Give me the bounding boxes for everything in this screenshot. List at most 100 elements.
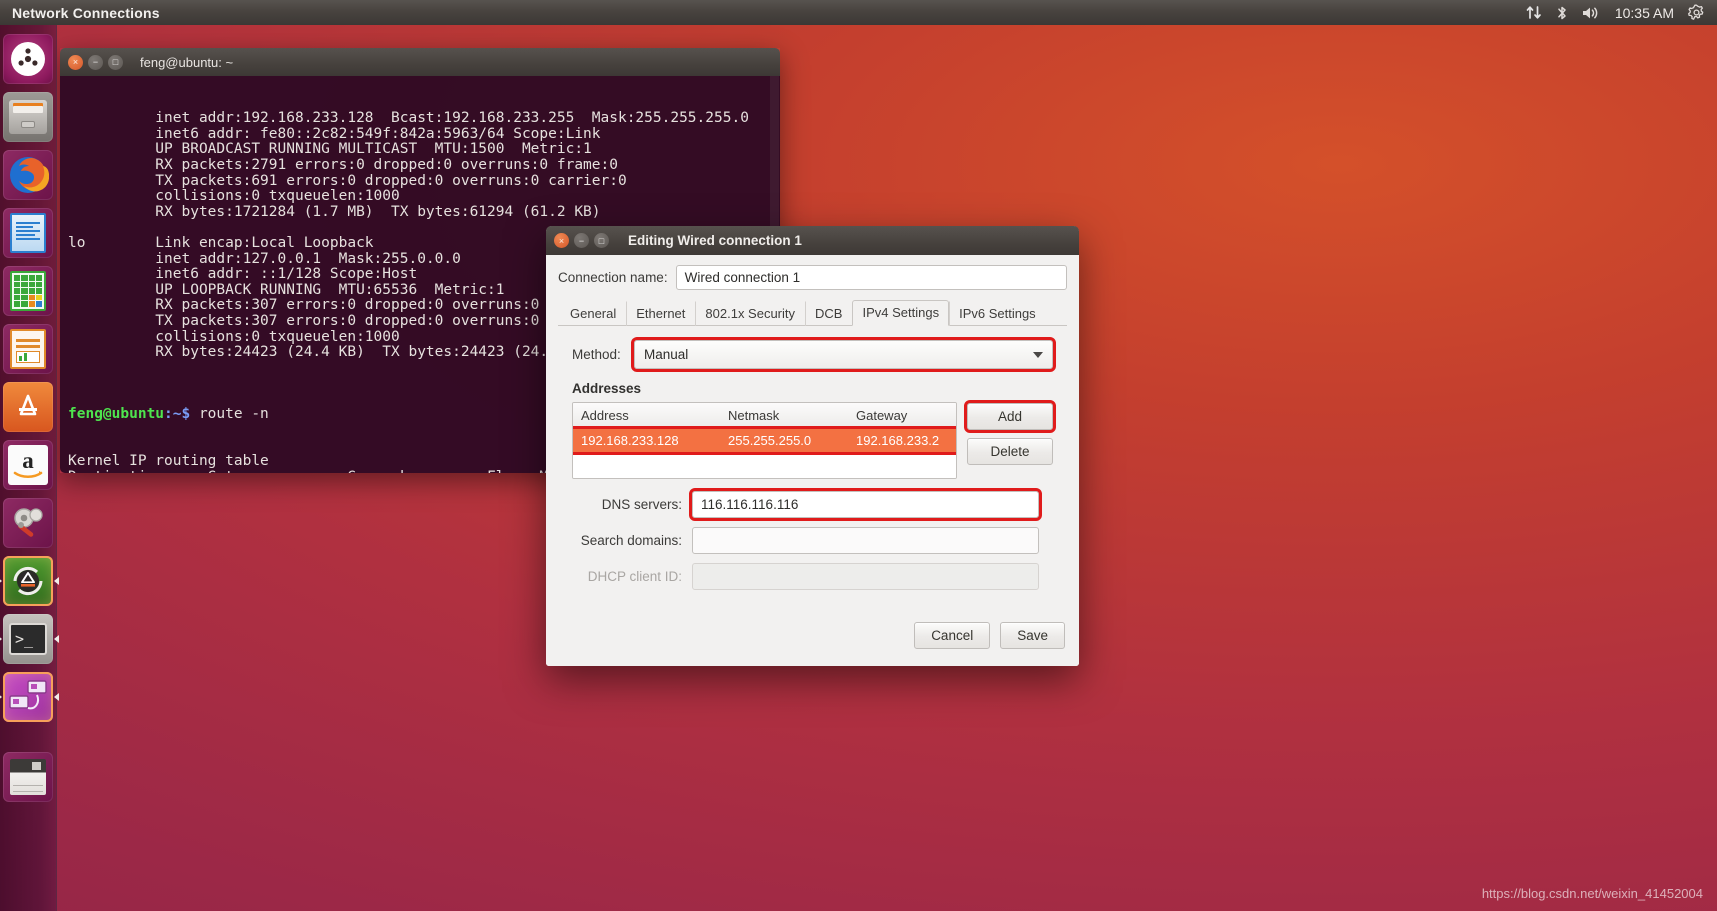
panel-clock[interactable]: 10:35 AM bbox=[1615, 5, 1674, 21]
files-icon bbox=[9, 100, 47, 134]
dialog-body: Connection name: Wired connection 1 Gene… bbox=[546, 255, 1079, 658]
dns-servers-row: DNS servers: 116.116.116.116 bbox=[572, 491, 1053, 518]
terminal-icon: >_ bbox=[9, 623, 47, 655]
terminal-maximize-button[interactable]: □ bbox=[108, 55, 123, 70]
sidebar-item-network-connections-icon[interactable] bbox=[3, 672, 53, 722]
search-domains-row: Search domains: bbox=[572, 527, 1053, 554]
dns-servers-input[interactable]: 116.116.116.116 bbox=[692, 491, 1039, 518]
terminal-line: inet6 addr: fe80::2c82:549f:842a:5963/64… bbox=[62, 127, 780, 143]
save-button[interactable]: Save bbox=[1000, 622, 1065, 649]
tab-ethernet[interactable]: Ethernet bbox=[626, 301, 695, 326]
maximize-window-button[interactable]: □ bbox=[594, 233, 609, 248]
sidebar-item-amazon-icon[interactable]: a bbox=[3, 440, 53, 490]
addresses-table-empty-area[interactable] bbox=[573, 452, 956, 478]
watermark-text: https://blog.csdn.net/weixin_41452004 bbox=[1482, 886, 1703, 901]
chevron-down-icon bbox=[1033, 352, 1043, 358]
sidebar-item-ubuntu-dash-icon[interactable] bbox=[3, 34, 53, 84]
sidebar-item-system-settings-icon[interactable] bbox=[3, 498, 53, 548]
delete-button[interactable]: Delete bbox=[967, 438, 1053, 465]
cell-netmask: 255.255.255.0 bbox=[720, 429, 848, 452]
search-domains-label: Search domains: bbox=[572, 533, 692, 548]
network-transfer-icon[interactable] bbox=[1526, 5, 1542, 20]
table-row[interactable]: 192.168.233.128 255.255.255.0 192.168.23… bbox=[573, 429, 956, 452]
terminal-line: TX packets:691 errors:0 dropped:0 overru… bbox=[62, 174, 780, 190]
tab-ipv4-settings[interactable]: IPv4 Settings bbox=[852, 300, 949, 326]
tab-dcb[interactable]: DCB bbox=[805, 301, 852, 326]
bluetooth-icon[interactable] bbox=[1556, 5, 1568, 21]
terminal-prompt-tail: :~$ bbox=[164, 406, 199, 422]
dhcp-client-id-row: DHCP client ID: bbox=[572, 563, 1053, 590]
sidebar-item-libreoffice-writer-icon[interactable] bbox=[3, 208, 53, 258]
sidebar-item-libreoffice-calc-icon[interactable] bbox=[3, 266, 53, 316]
dns-servers-label: DNS servers: bbox=[572, 497, 692, 512]
terminal-line: inet addr:192.168.233.128 Bcast:192.168.… bbox=[62, 111, 780, 127]
sidebar-item-trash-icon[interactable] bbox=[3, 752, 53, 802]
sidebar-item-firefox-icon[interactable] bbox=[3, 150, 53, 200]
column-header-address[interactable]: Address bbox=[573, 403, 720, 428]
terminal-prompt-user: feng@ubuntu bbox=[68, 406, 164, 422]
terminal-title: feng@ubuntu: ~ bbox=[140, 55, 233, 70]
addresses-buttons: Add Delete bbox=[967, 402, 1053, 479]
session-gear-icon[interactable] bbox=[1688, 4, 1705, 21]
addresses-section-title: Addresses bbox=[572, 381, 1053, 396]
sidebar-item-ubuntu-software-icon[interactable] bbox=[3, 382, 53, 432]
tab-general[interactable]: General bbox=[560, 301, 626, 326]
sidebar-item-terminal-icon[interactable]: >_ bbox=[3, 614, 53, 664]
unity-launcher: a >_ bbox=[0, 25, 57, 911]
terminal-titlebar[interactable]: × − □ feng@ubuntu: ~ bbox=[60, 48, 780, 76]
method-label: Method: bbox=[572, 347, 634, 362]
tab-ipv6-settings[interactable]: IPv6 Settings bbox=[949, 301, 1046, 326]
terminal-line: UP BROADCAST RUNNING MULTICAST MTU:1500 … bbox=[62, 142, 780, 158]
method-select[interactable]: Manual bbox=[634, 340, 1053, 369]
amazon-icon: a bbox=[8, 445, 48, 485]
firefox-icon bbox=[7, 154, 49, 196]
column-header-netmask[interactable]: Netmask bbox=[720, 403, 848, 428]
network-connections-icon bbox=[8, 679, 48, 715]
column-header-gateway[interactable]: Gateway bbox=[848, 403, 956, 428]
addresses-table[interactable]: Address Netmask Gateway 192.168.233.128 … bbox=[572, 402, 957, 479]
top-panel: Network Connections 10:35 AM bbox=[0, 0, 1717, 25]
cell-gateway: 192.168.233.2 bbox=[848, 429, 956, 452]
dialog-title: Editing Wired connection 1 bbox=[628, 233, 802, 248]
software-updater-icon bbox=[11, 564, 45, 598]
ubuntu-dash-icon bbox=[11, 42, 45, 76]
addresses-table-header: Address Netmask Gateway bbox=[573, 403, 956, 429]
dialog-footer: Cancel Save bbox=[546, 604, 1079, 666]
connection-name-label: Connection name: bbox=[558, 270, 668, 285]
libreoffice-impress-icon bbox=[10, 329, 46, 369]
panel-indicators: 10:35 AM bbox=[1526, 4, 1717, 21]
search-domains-input[interactable] bbox=[692, 527, 1039, 554]
connection-name-row: Connection name: Wired connection 1 bbox=[558, 265, 1067, 290]
dhcp-client-id-label: DHCP client ID: bbox=[572, 569, 692, 584]
method-selected-value: Manual bbox=[644, 347, 688, 362]
dialog-titlebar[interactable]: × − □ Editing Wired connection 1 bbox=[546, 226, 1079, 255]
edit-connection-dialog: × − □ Editing Wired connection 1 Connect… bbox=[546, 226, 1079, 666]
cell-address: 192.168.233.128 bbox=[573, 429, 720, 452]
cancel-button[interactable]: Cancel bbox=[914, 622, 990, 649]
sidebar-item-software-updater-icon[interactable] bbox=[3, 556, 53, 606]
terminal-minimize-button[interactable]: − bbox=[88, 55, 103, 70]
addresses-area: Address Netmask Gateway 192.168.233.128 … bbox=[572, 402, 1053, 479]
libreoffice-calc-icon bbox=[10, 271, 46, 311]
ubuntu-software-icon bbox=[13, 392, 43, 422]
minimize-window-button[interactable]: − bbox=[574, 233, 589, 248]
terminal-command: route -n bbox=[199, 406, 269, 422]
libreoffice-writer-icon bbox=[10, 213, 46, 253]
trash-icon bbox=[10, 759, 46, 795]
connection-name-input[interactable]: Wired connection 1 bbox=[676, 265, 1067, 290]
add-button[interactable]: Add bbox=[967, 403, 1053, 430]
terminal-line: collisions:0 txqueuelen:1000 bbox=[62, 189, 780, 205]
panel-app-title[interactable]: Network Connections bbox=[12, 5, 160, 21]
sidebar-item-files-icon[interactable] bbox=[3, 92, 53, 142]
tab-802-1x-security[interactable]: 802.1x Security bbox=[695, 301, 805, 326]
terminal-close-button[interactable]: × bbox=[68, 55, 83, 70]
dialog-tabs: General Ethernet 802.1x Security DCB IPv… bbox=[558, 300, 1067, 326]
dhcp-client-id-input bbox=[692, 563, 1039, 590]
method-row: Method: Manual bbox=[572, 340, 1053, 369]
volume-icon[interactable] bbox=[1582, 5, 1601, 21]
close-window-button[interactable]: × bbox=[554, 233, 569, 248]
terminal-line: RX packets:2791 errors:0 dropped:0 overr… bbox=[62, 158, 780, 174]
sidebar-item-libreoffice-impress-icon[interactable] bbox=[3, 324, 53, 374]
system-settings-icon bbox=[8, 503, 48, 543]
terminal-line: RX bytes:1721284 (1.7 MB) TX bytes:61294… bbox=[62, 205, 780, 221]
